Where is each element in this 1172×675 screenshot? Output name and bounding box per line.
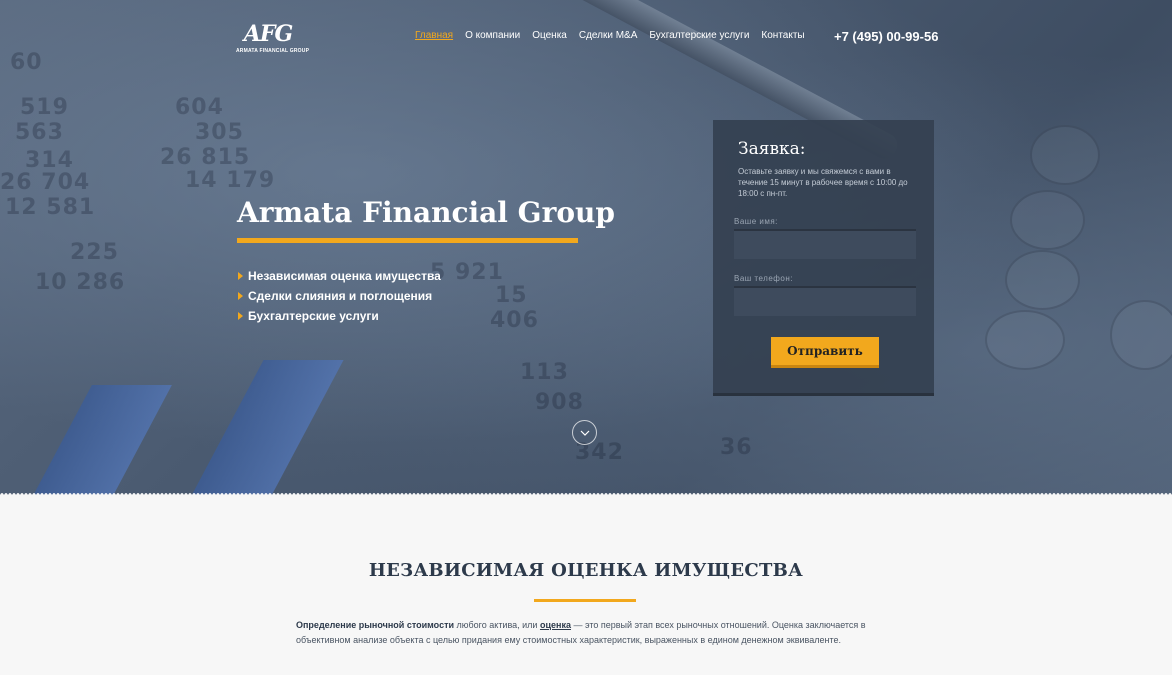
scroll-down-button[interactable]	[572, 420, 597, 445]
service-item-valuation: Независимая оценка имущества	[237, 268, 441, 288]
wave-divider	[0, 489, 1172, 499]
phone-number[interactable]: +7 (495) 00-99-56	[834, 29, 938, 44]
section-text-bold: Определение рыночной стоимости	[296, 620, 455, 630]
chevron-down-icon	[580, 430, 589, 436]
name-field-label: Ваше имя:	[734, 217, 778, 226]
logo-mark: AFG	[243, 21, 293, 47]
section-title-underline	[534, 599, 636, 602]
nav-item-ma-deals[interactable]: Сделки M&A	[579, 30, 638, 41]
phone-input[interactable]	[734, 286, 916, 316]
hero-title-underline	[237, 238, 578, 243]
valuation-link[interactable]: оценка	[540, 620, 571, 630]
service-item-accounting: Бухгалтерские услуги	[237, 308, 441, 328]
nav-item-valuation[interactable]: Оценка	[532, 30, 567, 41]
request-form: Заявка: Оставьте заявку и мы свяжемся с …	[713, 120, 934, 396]
nav-item-home[interactable]: Главная	[415, 30, 453, 41]
form-description: Оставьте заявку и мы свяжемся с вами в т…	[738, 167, 908, 198]
main-nav: Главная О компании Оценка Сделки M&A Бух…	[415, 30, 805, 41]
phone-field-label: Ваш телефон:	[734, 274, 793, 283]
logo-subtitle: ARMATA FINANCIAL GROUP	[236, 48, 310, 54]
section-text-part1: любого актива, или	[454, 620, 540, 630]
section-title: НЕЗАВИСИМАЯ ОЦЕНКА ИМУЩЕСТВА	[368, 560, 804, 581]
hero-section: 60 519 563 314 26 704 12 581 604 305 26 …	[0, 0, 1172, 497]
submit-button[interactable]: Отправить	[771, 337, 879, 368]
nav-item-about[interactable]: О компании	[465, 30, 520, 41]
nav-item-accounting[interactable]: Бухгалтерские услуги	[649, 30, 749, 41]
section-description: Определение рыночной стоимости любого ак…	[296, 618, 886, 648]
services-list: Независимая оценка имущества Сделки слия…	[237, 268, 441, 328]
logo[interactable]: AFG ARMATA FINANCIAL GROUP	[236, 21, 310, 56]
service-item-mergers: Сделки слияния и поглощения	[237, 288, 441, 308]
name-input[interactable]	[734, 229, 916, 259]
hero-title: Armata Financial Group	[237, 196, 615, 229]
nav-item-contacts[interactable]: Контакты	[761, 30, 804, 41]
form-title: Заявка:	[738, 139, 806, 159]
